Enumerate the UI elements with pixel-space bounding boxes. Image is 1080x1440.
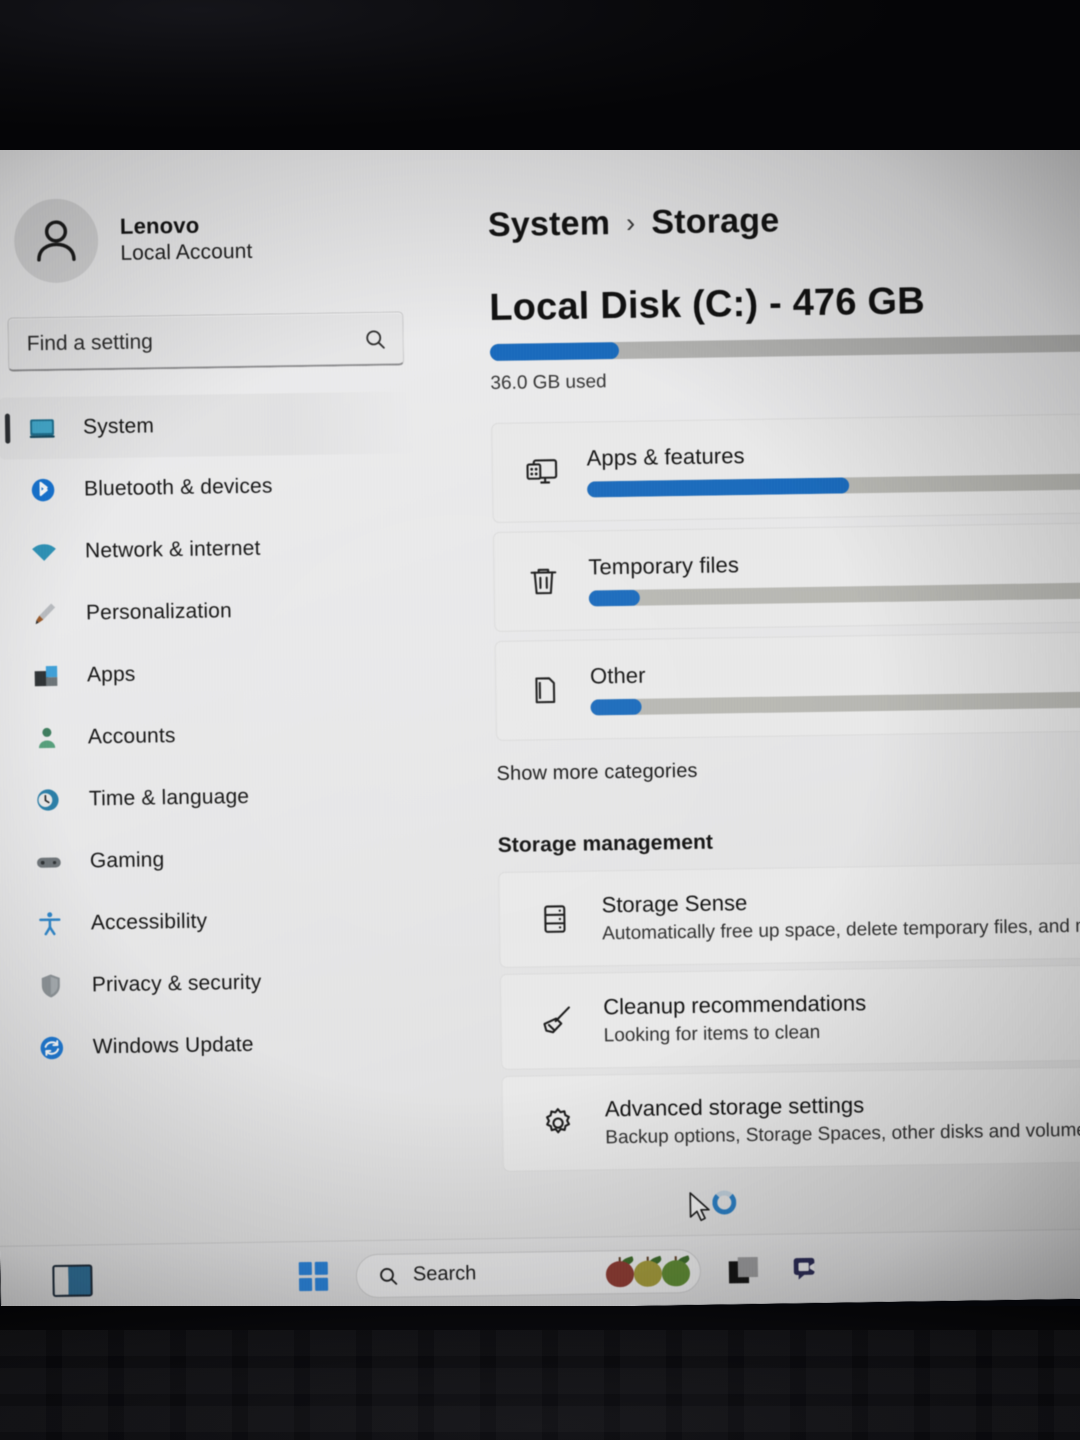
- category-bar: [590, 689, 1080, 716]
- broom-icon: [535, 1000, 578, 1043]
- shield-icon: [34, 969, 69, 1004]
- sidebar-item-gaming[interactable]: Gaming: [5, 825, 422, 894]
- sidebar-item-apps[interactable]: Apps: [3, 639, 420, 708]
- category-card-temporary-files[interactable]: Temporary files: [492, 521, 1080, 633]
- sidebar-item-accessibility[interactable]: Accessibility: [6, 887, 423, 956]
- screen-bezel-top: [0, 0, 1080, 150]
- sidebar-item-label: Time & language: [88, 784, 250, 811]
- account-icon: [30, 721, 65, 756]
- sidebar-item-label: Accessibility: [90, 909, 208, 935]
- apps-window-icon: [521, 451, 564, 494]
- gear-icon: [537, 1102, 580, 1145]
- update-icon: [35, 1031, 70, 1066]
- sidebar-item-privacy-security[interactable]: Privacy & security: [7, 949, 424, 1018]
- person-icon: [37, 220, 76, 262]
- disk-usage-bar: [489, 333, 1080, 362]
- folder-icon: [524, 669, 567, 712]
- category-label: Other: [589, 662, 646, 689]
- breadcrumb: System › Storage: [488, 196, 1080, 245]
- trash-icon: [522, 560, 565, 603]
- laptop-photo-frame: Settings Le: [0, 0, 1080, 1440]
- sidebar-item-label: Windows Update: [92, 1032, 254, 1059]
- sidebar-item-label: Bluetooth & devices: [83, 474, 273, 501]
- category-card-other[interactable]: Other: [494, 630, 1080, 742]
- show-more-categories-link[interactable]: Show more categories: [496, 753, 1080, 786]
- storage-management-list: Storage Sense Automatically free up spac…: [498, 860, 1080, 1172]
- management-row-storage-sense[interactable]: Storage Sense Automatically free up spac…: [498, 860, 1080, 968]
- search-icon: [380, 1267, 398, 1285]
- sidebar-item-time-language[interactable]: Time & language: [4, 763, 421, 832]
- monitor-icon: [25, 411, 60, 446]
- laptop-screen: Settings Le: [0, 86, 1080, 1316]
- management-row-advanced-storage-settings[interactable]: Advanced storage settings Backup options…: [501, 1064, 1080, 1172]
- category-bar: [588, 580, 1080, 607]
- apps-icon: [29, 659, 64, 694]
- apples-thumbnail-icon: [605, 1254, 694, 1287]
- search-placeholder: Find a setting: [26, 329, 154, 355]
- gamepad-icon: [32, 845, 67, 880]
- sidebar-item-label: System: [82, 414, 155, 439]
- window-app-icon[interactable]: [52, 1263, 93, 1297]
- breadcrumb-current: Storage: [651, 201, 780, 242]
- sidebar-item-personalization[interactable]: Personalization: [2, 577, 419, 646]
- breadcrumb-parent[interactable]: System: [488, 204, 611, 245]
- management-title: Storage Sense: [601, 889, 748, 917]
- management-subtitle: Backup options, Storage Spaces, other di…: [605, 1119, 1080, 1148]
- sidebar-item-label: Personalization: [85, 599, 233, 625]
- sidebar-item-label: Network & internet: [84, 536, 261, 563]
- disk-used-label: 36.0 GB used: [490, 371, 607, 395]
- sidebar-item-label: Accounts: [87, 724, 176, 749]
- sidebar-item-accounts[interactable]: Accounts: [3, 701, 420, 770]
- settings-window: Settings Le: [0, 86, 1080, 1316]
- storage-sense-icon: [534, 898, 577, 941]
- sidebar: Lenovo Local Account Find a setting Syst…: [0, 171, 453, 1316]
- screen-bezel-bottom: [0, 1306, 1080, 1440]
- wifi-icon: [27, 535, 62, 570]
- search-input[interactable]: Find a setting: [7, 311, 405, 372]
- management-row-cleanup-recommendations[interactable]: Cleanup recommendations Looking for item…: [499, 962, 1080, 1070]
- category-card-apps-features[interactable]: Apps & features: [491, 412, 1080, 524]
- management-subtitle: Automatically free up space, delete temp…: [601, 914, 1080, 944]
- management-title: Cleanup recommendations: [603, 989, 867, 1019]
- management-title: Advanced storage settings: [604, 1091, 865, 1121]
- sidebar-nav: System Bluetooth & devices Network & int…: [0, 391, 425, 1079]
- account-name: Lenovo: [119, 212, 200, 239]
- page-title: Local Disk (C:) - 476 GB: [488, 280, 926, 330]
- sidebar-item-label: Apps: [86, 662, 136, 687]
- main-content: System › Storage Local Disk (C:) - 476 G…: [435, 160, 1080, 1308]
- avatar: [13, 198, 99, 284]
- sidebar-item-bluetooth-devices[interactable]: Bluetooth & devices: [0, 453, 417, 522]
- sidebar-item-label: Gaming: [89, 848, 165, 873]
- management-subtitle: Looking for items to clean: [603, 1021, 821, 1046]
- category-bar-fill: [588, 589, 641, 607]
- search-icon: [366, 329, 385, 349]
- bluetooth-icon: [26, 473, 61, 508]
- category-bar: [587, 471, 1080, 498]
- category-label: Apps & features: [586, 443, 745, 471]
- sidebar-item-system[interactable]: System: [0, 391, 416, 460]
- storage-categories: Apps & features Temporary files Other: [491, 412, 1080, 742]
- accessibility-icon: [33, 907, 68, 942]
- brush-icon: [28, 597, 63, 632]
- account-block[interactable]: Lenovo Local Account: [0, 171, 413, 296]
- sidebar-item-windows-update[interactable]: Windows Update: [8, 1011, 425, 1080]
- chat-video-icon[interactable]: [787, 1247, 830, 1290]
- category-label: Temporary files: [588, 552, 740, 580]
- category-bar-fill: [590, 698, 642, 716]
- taskbar-left-group: [52, 1263, 93, 1297]
- chevron-right-icon: ›: [625, 207, 636, 238]
- taskbar-center-group: Search: [292, 1246, 830, 1298]
- taskbar-search-label: Search: [412, 1262, 477, 1286]
- clock-globe-icon: [31, 783, 66, 818]
- category-bar-fill: [587, 477, 850, 498]
- sidebar-item-network-internet[interactable]: Network & internet: [1, 515, 418, 584]
- file-explorer-icon[interactable]: [723, 1248, 766, 1291]
- section-title-storage-management: Storage management: [497, 830, 714, 857]
- account-type: Local Account: [120, 239, 253, 265]
- taskbar-search-box[interactable]: Search: [355, 1248, 702, 1298]
- sidebar-item-label: Privacy & security: [91, 970, 262, 997]
- arrow-cursor-icon: [689, 1192, 710, 1222]
- windows-logo-icon[interactable]: [292, 1255, 335, 1298]
- disk-usage-fill: [489, 342, 620, 362]
